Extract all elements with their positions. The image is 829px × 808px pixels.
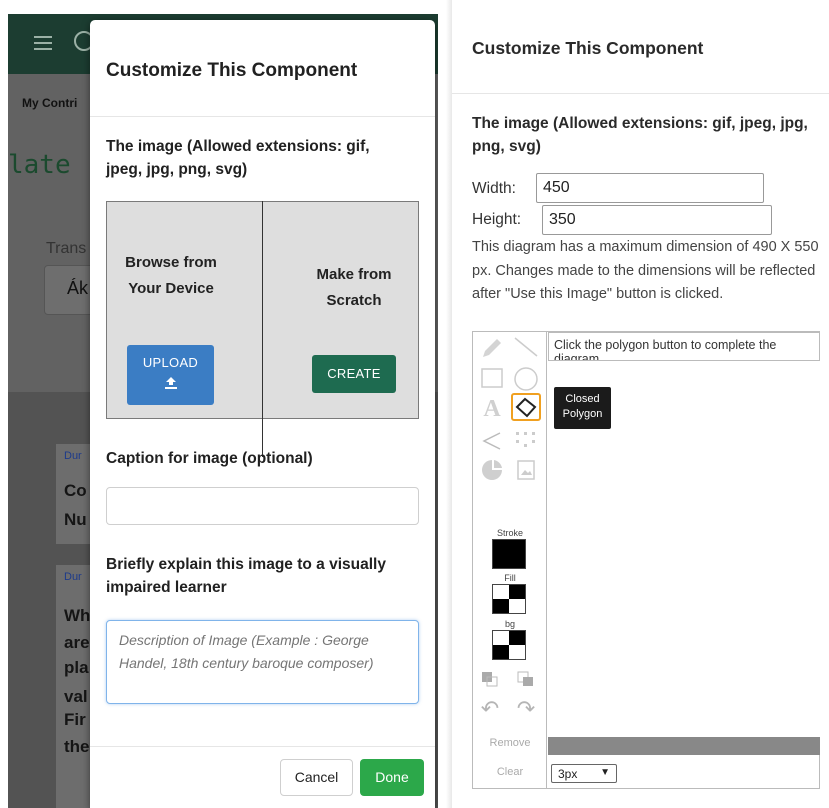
create-button[interactable]: CREATE (312, 355, 396, 393)
height-input[interactable]: 350 (542, 205, 772, 235)
page-title: late (8, 150, 71, 180)
pie-icon[interactable] (479, 458, 505, 484)
right-screenshot-panel: Customize This Component The image (Allo… (452, 0, 829, 808)
width-input[interactable]: 450 (536, 173, 764, 203)
width-label: Width: (472, 180, 516, 197)
closed-polygon-tooltip: Closed Polygon (554, 387, 611, 429)
done-button[interactable]: Done (360, 759, 424, 796)
stroke-label: Stroke (496, 528, 523, 538)
upload-button[interactable]: UPLOAD (127, 345, 214, 405)
text-icon[interactable]: A (479, 396, 505, 422)
closed-polygon-icon[interactable] (511, 393, 541, 421)
description-textarea[interactable] (106, 620, 419, 704)
divider (90, 116, 435, 117)
customize-component-modal: Customize This Component The image (Allo… (90, 20, 435, 808)
bg-label: bg (504, 619, 515, 629)
bring-forward-icon[interactable] (515, 670, 537, 688)
pencil-icon[interactable] (479, 336, 505, 362)
dimension-note: This diagram has a maximum dimension of … (472, 239, 819, 302)
open-polygon-icon[interactable] (479, 428, 505, 454)
translate-label: Trans (46, 240, 87, 257)
diagram-editor: A Stroke Fill bg ↶ ↷ Remove Clear Click … (472, 331, 820, 789)
breadcrumb[interactable]: My Contri (22, 96, 77, 110)
vertical-divider (262, 201, 263, 457)
rectangle-icon[interactable] (479, 366, 505, 392)
horizontal-scrollbar[interactable] (548, 737, 820, 755)
editor-toolbar: A Stroke Fill bg ↶ ↷ Remove Clear (473, 332, 547, 788)
circle-icon[interactable] (513, 366, 539, 392)
hamburger-menu-icon[interactable] (34, 36, 52, 50)
upload-icon (127, 376, 214, 392)
caption-label: Caption for image (optional) (106, 450, 313, 467)
cancel-button[interactable]: Cancel (280, 759, 353, 796)
send-backward-icon[interactable] (479, 670, 501, 688)
divider (90, 746, 435, 747)
fill-color-swatch[interactable] (492, 584, 526, 614)
divider (452, 93, 829, 94)
stroke-width-value: 3px (558, 767, 578, 781)
fill-label: Fill (504, 573, 516, 583)
image-icon[interactable] (513, 458, 539, 484)
browse-label: Browse from Your Device (125, 254, 217, 297)
scratch-label: Make from Scratch (316, 266, 392, 309)
left-screenshot-panel: My Contri late Trans Ák Dur Co Nu Dur Wh… (0, 0, 438, 808)
stroke-color-swatch[interactable] (492, 539, 526, 569)
image-label: The image (Allowed extensions: gif, jpeg… (106, 138, 370, 178)
explain-label: Briefly explain this image to a visually… (106, 556, 386, 596)
undo-icon[interactable]: ↶ (479, 698, 501, 720)
height-label: Height: (472, 211, 522, 228)
chevron-down-icon: ▼ (600, 767, 610, 778)
bezier-icon[interactable] (513, 428, 539, 454)
editor-help-text: Click the polygon button to complete the… (548, 332, 820, 361)
caption-input[interactable] (106, 487, 419, 525)
stroke-width-select[interactable]: 3px ▼ (551, 764, 617, 783)
redo-icon[interactable]: ↷ (515, 698, 537, 720)
clear-button[interactable]: Clear (473, 766, 547, 778)
image-label: The image (Allowed extensions: gif, jpeg… (472, 115, 808, 155)
remove-button[interactable]: Remove (473, 737, 547, 749)
line-icon[interactable] (513, 336, 539, 362)
upload-button-label: UPLOAD (142, 355, 199, 370)
bg-color-swatch[interactable] (492, 630, 526, 660)
panel-title: Customize This Component (472, 38, 704, 58)
modal-title: Customize This Component (106, 60, 358, 81)
